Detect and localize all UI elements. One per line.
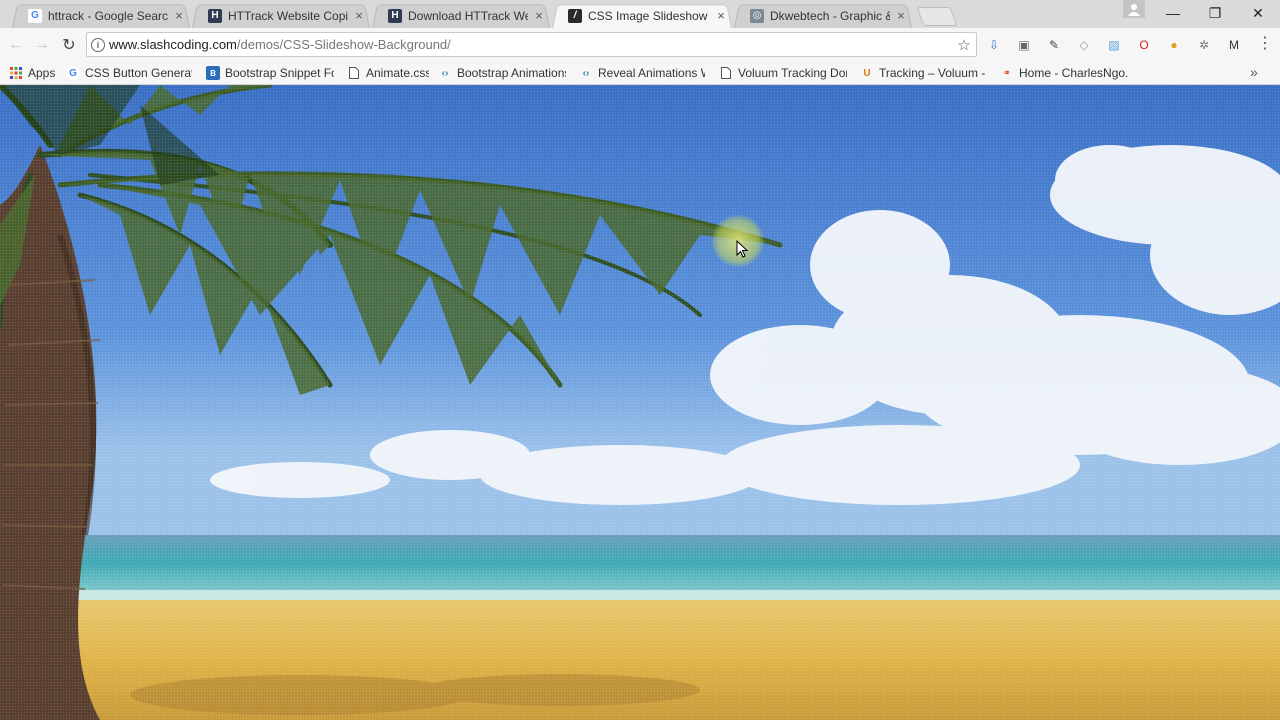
slashcoding-icon: / <box>568 8 582 23</box>
person-icon <box>1128 4 1140 16</box>
forward-button[interactable]: → <box>30 33 54 57</box>
eyedropper-icon[interactable]: ✎ <box>1045 36 1063 54</box>
bookmark-label: Animate.css <box>366 66 429 80</box>
bookmark-label: CSS Button Generato <box>85 66 192 80</box>
bookmark-bootstrap-snippet[interactable]: B Bootstrap Snippet Fo <box>206 64 334 82</box>
tab-httrack-copier[interactable]: H HTTrack Website Copier × <box>186 3 376 29</box>
charlesngo-icon: ⚭ <box>1002 67 1012 79</box>
bookmark-star-icon[interactable]: ☆ <box>952 36 976 54</box>
close-icon[interactable]: × <box>532 8 546 23</box>
url-path: /demos/CSS-Slideshow-Background/ <box>236 37 451 52</box>
tab-title: Dkwebtech - Graphic & <box>770 8 890 23</box>
bookmark-label: Voluum Tracking Don <box>738 66 847 80</box>
extension-1-icon[interactable]: ⇩ <box>985 36 1003 54</box>
new-tab-button[interactable] <box>916 7 958 26</box>
opera-icon[interactable]: O <box>1135 36 1153 54</box>
bookmark-label: Apps <box>28 66 56 80</box>
page-icon <box>719 66 733 80</box>
gmail-icon[interactable]: M <box>1225 36 1243 54</box>
info-icon: i <box>91 37 105 52</box>
code-icon: ‹› <box>441 67 449 79</box>
url-text[interactable]: www.slashcoding.com/demos/CSS-Slideshow-… <box>109 37 451 52</box>
httrack-icon: H <box>208 8 222 23</box>
tab-strip: G httrack - Google Search × H HTTrack We… <box>0 0 1280 29</box>
close-icon[interactable]: × <box>714 8 728 23</box>
tab-title: HTTrack Website Copier <box>228 8 348 23</box>
bookmark-bootstrap-animations[interactable]: ‹› Bootstrap Animations <box>438 64 566 82</box>
bookmark-label: Bootstrap Animations <box>457 66 566 80</box>
tab-google-search[interactable]: G httrack - Google Search × <box>6 3 196 29</box>
close-icon[interactable]: × <box>172 8 186 23</box>
bookmark-label: Reveal Animations W <box>598 66 705 80</box>
bookmark-tracking-voluum[interactable]: U Tracking – Voluum - C <box>860 64 988 82</box>
bookmark-label: Tracking – Voluum - C <box>879 66 988 80</box>
bootsnipp-icon: B <box>206 66 220 80</box>
profile-button[interactable] <box>1123 0 1145 18</box>
window-close-button[interactable]: ✕ <box>1236 0 1280 26</box>
reload-button[interactable]: ↻ <box>57 33 81 57</box>
extension-2-icon[interactable]: ▣ <box>1015 36 1033 54</box>
bookmark-label: Bootstrap Snippet Fo <box>225 66 334 80</box>
minimize-button[interactable]: — <box>1151 0 1195 26</box>
chrome-menu-icon[interactable]: ⋮ <box>1257 36 1273 54</box>
tab-title: httrack - Google Search <box>48 8 168 23</box>
back-button[interactable]: ← <box>4 33 28 57</box>
bookmarks-overflow-icon[interactable]: » <box>1250 64 1258 80</box>
close-icon[interactable]: × <box>352 8 366 23</box>
bookmark-apps[interactable]: Apps <box>9 64 61 82</box>
address-bar[interactable]: i www.slashcoding.com/demos/CSS-Slidesho… <box>86 32 977 57</box>
google-icon: G <box>28 8 42 23</box>
color-wheel-icon[interactable]: ● <box>1165 36 1183 54</box>
tab-title: Download HTTrack Web <box>408 8 528 23</box>
image-icon[interactable]: ▨ <box>1105 36 1123 54</box>
google-icon: G <box>66 66 80 80</box>
restore-button[interactable]: ❐ <box>1193 0 1237 26</box>
voluum-icon: U <box>863 67 871 79</box>
tab-download-httrack[interactable]: H Download HTTrack Web × <box>366 3 556 29</box>
bookmark-css-button-generator[interactable]: G CSS Button Generato <box>66 64 192 82</box>
url-host: www.slashcoding.com <box>109 37 237 52</box>
tab-title: CSS Image Slideshow Ba <box>588 8 710 23</box>
code-icon: ‹› <box>582 67 590 79</box>
bookmarks-bar: Apps G CSS Button Generato B Bootstrap S… <box>0 61 1280 85</box>
site-info-button[interactable]: i <box>87 37 109 52</box>
bookmark-animate-css[interactable]: Animate.css <box>347 64 429 82</box>
settings-icon[interactable]: ✲ <box>1195 36 1213 54</box>
httrack-icon: H <box>388 8 402 23</box>
page-icon <box>347 66 361 80</box>
page-viewport <box>0 85 1280 720</box>
tag-icon[interactable]: ◇ <box>1075 36 1093 54</box>
tab-css-slideshow[interactable]: / CSS Image Slideshow Ba × <box>546 3 738 29</box>
apps-icon <box>9 66 23 80</box>
browser-toolbar: ← → ↻ i www.slashcoding.com/demos/CSS-Sl… <box>0 28 1280 61</box>
mouse-cursor-icon <box>736 240 748 258</box>
tab-dkwebtech[interactable]: ◎ Dkwebtech - Graphic & × <box>728 3 918 29</box>
beach-slideshow-image <box>0 85 1280 720</box>
dkwebtech-icon: ◎ <box>750 8 764 23</box>
close-icon[interactable]: × <box>894 8 908 23</box>
bookmark-label: Home - CharlesNgo.c <box>1019 66 1128 80</box>
bookmark-voluum-tracking[interactable]: Voluum Tracking Don <box>719 64 847 82</box>
bookmark-charlesngo[interactable]: ⚭ Home - CharlesNgo.c <box>1000 64 1128 82</box>
bookmark-reveal-animations[interactable]: ‹› Reveal Animations W <box>579 64 705 82</box>
